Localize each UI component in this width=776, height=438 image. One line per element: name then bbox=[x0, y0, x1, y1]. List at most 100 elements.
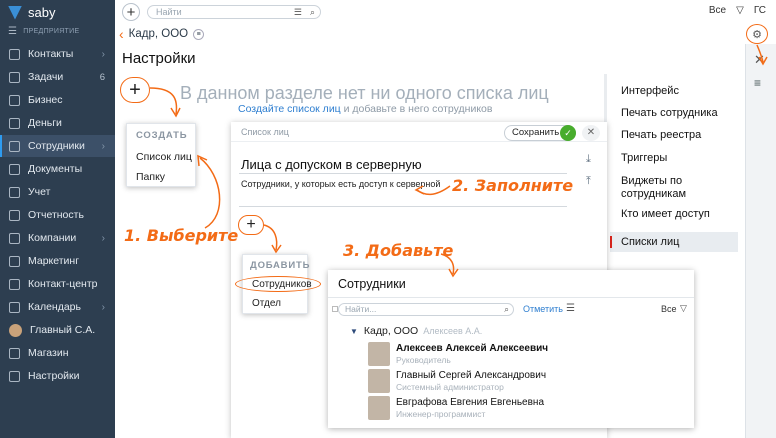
sidebar-item-12[interactable]: Главный С.А. bbox=[0, 319, 115, 341]
money-icon bbox=[9, 117, 20, 129]
highlight-oval bbox=[235, 276, 321, 292]
sidebar-item-label: Документы bbox=[28, 163, 83, 175]
contacts-icon bbox=[9, 48, 20, 60]
org-name: Кадр, ООО bbox=[363, 325, 419, 337]
sidebar-item-4[interactable]: Сотрудники › bbox=[0, 135, 115, 157]
settings-nav-item-6[interactable]: Списки лиц bbox=[610, 232, 738, 252]
sidebar-item-11[interactable]: Календарь › bbox=[0, 296, 115, 318]
employees-panel: Сотрудники Найти... ⌕ Отметить ☰ Все ▽ ▼… bbox=[328, 270, 694, 428]
filter-icon[interactable]: ▽ bbox=[680, 303, 687, 314]
hamburger-icon[interactable]: ☰ bbox=[8, 26, 17, 37]
list-description-field[interactable]: Сотрудники, у которых есть доступ к серв… bbox=[241, 179, 440, 189]
list-view-icon[interactable]: ☰ bbox=[566, 303, 575, 314]
add-menu-header: ДОБАВИТЬ bbox=[250, 260, 311, 271]
chevron-right-icon[interactable]: › bbox=[102, 233, 105, 244]
app-root: saby ☰ ПРЕДПРИЯТИЕ Контакты › Задачи 6 Бизне… bbox=[0, 0, 776, 438]
user-avatar bbox=[9, 323, 22, 337]
settings-nav-item-0[interactable]: Интерфейс bbox=[610, 85, 738, 98]
employee-name: Алексеев Алексей Алексеевич bbox=[396, 343, 549, 354]
store-icon bbox=[9, 347, 20, 359]
list-panel-label: Список лиц bbox=[241, 127, 289, 137]
sidebar-item-9[interactable]: Маркетинг bbox=[0, 250, 115, 272]
settings-nav-item-2[interactable]: Печать реестра bbox=[610, 129, 738, 142]
sidebar-item-label: Задачи bbox=[28, 71, 64, 83]
settings-nav-item-4[interactable]: Виджеты по сотрудникам bbox=[610, 175, 738, 201]
upload-icon[interactable]: ⤒ bbox=[586, 170, 591, 192]
list-panel-close-icon[interactable]: ✕ bbox=[582, 125, 600, 141]
search-icon[interactable]: ⌕ bbox=[310, 6, 315, 18]
sidebar-item-label: Сотрудники bbox=[28, 140, 85, 152]
employees-all-filter[interactable]: Все bbox=[661, 304, 677, 314]
sidebar-item-1[interactable]: Задачи 6 bbox=[0, 66, 115, 88]
sidebar-item-8[interactable]: Компании › bbox=[0, 227, 115, 249]
create-menu-item-folder[interactable]: Папку bbox=[136, 171, 165, 183]
brand-name: saby bbox=[28, 5, 56, 20]
employee-row[interactable]: Евграфова Евгения Евгеньевна Инженер-прог… bbox=[368, 396, 668, 422]
chevron-right-icon[interactable]: › bbox=[102, 141, 105, 152]
employees-icon bbox=[9, 140, 20, 152]
settings-nav-item-5[interactable]: Кто имеет доступ bbox=[610, 208, 738, 221]
sidebar-item-10[interactable]: Контакт-центр bbox=[0, 273, 115, 295]
check-icon: ✓ bbox=[560, 125, 576, 141]
list-name-field[interactable]: Лица с допуском в серверную bbox=[241, 157, 422, 172]
employee-role: Руководитель bbox=[396, 355, 451, 365]
add-menu-item-department[interactable]: Отдел bbox=[252, 298, 281, 309]
org-row[interactable]: ▼ Кадр, ООО Алексеев А.А. bbox=[350, 325, 482, 337]
filter-icon[interactable]: ▽ bbox=[736, 5, 744, 16]
reports-icon bbox=[9, 209, 20, 221]
all-filter-label[interactable]: Все bbox=[709, 5, 726, 16]
sidebar-item-14[interactable]: Настройки bbox=[0, 365, 115, 387]
global-search-input[interactable]: Найти ☰ ⌕ bbox=[147, 5, 321, 19]
chevron-right-icon[interactable]: › bbox=[102, 49, 105, 60]
create-menu-item-list[interactable]: Список лиц bbox=[136, 151, 192, 163]
employee-row[interactable]: Алексеев Алексей Алексеевич Руководитель bbox=[368, 342, 668, 368]
saby-logo-icon bbox=[8, 5, 22, 20]
sidebar-item-6[interactable]: Учет bbox=[0, 181, 115, 203]
breadcrumb-title[interactable]: Кадр, ООО bbox=[129, 28, 188, 40]
search-icon[interactable]: ⌕ bbox=[504, 304, 509, 315]
sidebar-item-5[interactable]: Документы bbox=[0, 158, 115, 180]
add-members-button[interactable]: + bbox=[238, 215, 264, 235]
breadcrumb-menu-icon[interactable]: ≡ bbox=[193, 28, 205, 40]
sidebar-item-0[interactable]: Контакты › bbox=[0, 43, 115, 65]
settings-nav-item-3[interactable]: Триггеры bbox=[610, 152, 738, 165]
topbar-right: Все ▽ ГС bbox=[709, 5, 766, 16]
employee-role: Инженер-программист bbox=[396, 409, 486, 419]
sidebar-item-2[interactable]: Бизнес bbox=[0, 89, 115, 111]
create-button[interactable]: + bbox=[122, 3, 140, 21]
brand-logo[interactable]: saby bbox=[8, 5, 55, 20]
sidebar-item-3[interactable]: Деньги bbox=[0, 112, 115, 134]
settings-header: Настройки bbox=[115, 44, 745, 74]
sidebar-section: ☰ ПРЕДПРИЯТИЕ bbox=[8, 26, 79, 37]
employee-name: Главный Сергей Александрович bbox=[396, 370, 547, 381]
list-settings-icon[interactable]: ≡ bbox=[754, 76, 761, 90]
chevron-right-icon[interactable]: › bbox=[102, 302, 105, 313]
add-list-button[interactable]: + bbox=[120, 77, 150, 103]
sidebar-item-label: Настройки bbox=[28, 370, 80, 382]
empty-title: В данном разделе нет ни одного списка ли… bbox=[180, 83, 549, 103]
employee-row[interactable]: Главный Сергей Александрович Системный ад… bbox=[368, 369, 668, 395]
sidebar-item-13[interactable]: Магазин bbox=[0, 342, 115, 364]
close-icon[interactable]: ✕ bbox=[754, 52, 765, 68]
employee-photo bbox=[368, 342, 390, 366]
employees-search-input[interactable]: Найти... ⌕ bbox=[338, 303, 514, 316]
settings-nav-item-1[interactable]: Печать сотрудника bbox=[610, 107, 738, 120]
org-manager: Алексеев А.А. bbox=[423, 326, 483, 336]
mark-link[interactable]: Отметить bbox=[523, 304, 563, 314]
create-list-link[interactable]: Создайте список лиц bbox=[238, 103, 341, 115]
sidebar-item-label: Календарь bbox=[28, 301, 81, 313]
filter-list-icon[interactable]: ☰ bbox=[294, 6, 302, 18]
gear-icon[interactable]: ⚙ bbox=[746, 24, 768, 44]
user-initials[interactable]: ГС bbox=[754, 5, 766, 16]
sidebar: saby ☰ ПРЕДПРИЯТИЕ Контакты › Задачи 6 Бизне… bbox=[0, 0, 115, 438]
sidebar-section-label: ПРЕДПРИЯТИЕ bbox=[23, 28, 80, 35]
expand-triangle-icon[interactable]: ▼ bbox=[350, 327, 358, 336]
sidebar-item-label: Компании bbox=[28, 232, 77, 244]
right-panel: ✕ ≡ bbox=[745, 44, 776, 438]
sidebar-item-7[interactable]: Отчетность bbox=[0, 204, 115, 226]
sidebar-item-label: Магазин bbox=[28, 347, 69, 359]
back-chevron-icon[interactable]: ‹ bbox=[119, 26, 124, 42]
download-icon[interactable]: ⤓ bbox=[586, 148, 591, 170]
sidebar-item-label: Бизнес bbox=[28, 94, 63, 106]
save-button[interactable]: Сохранить ✓ bbox=[504, 125, 576, 141]
